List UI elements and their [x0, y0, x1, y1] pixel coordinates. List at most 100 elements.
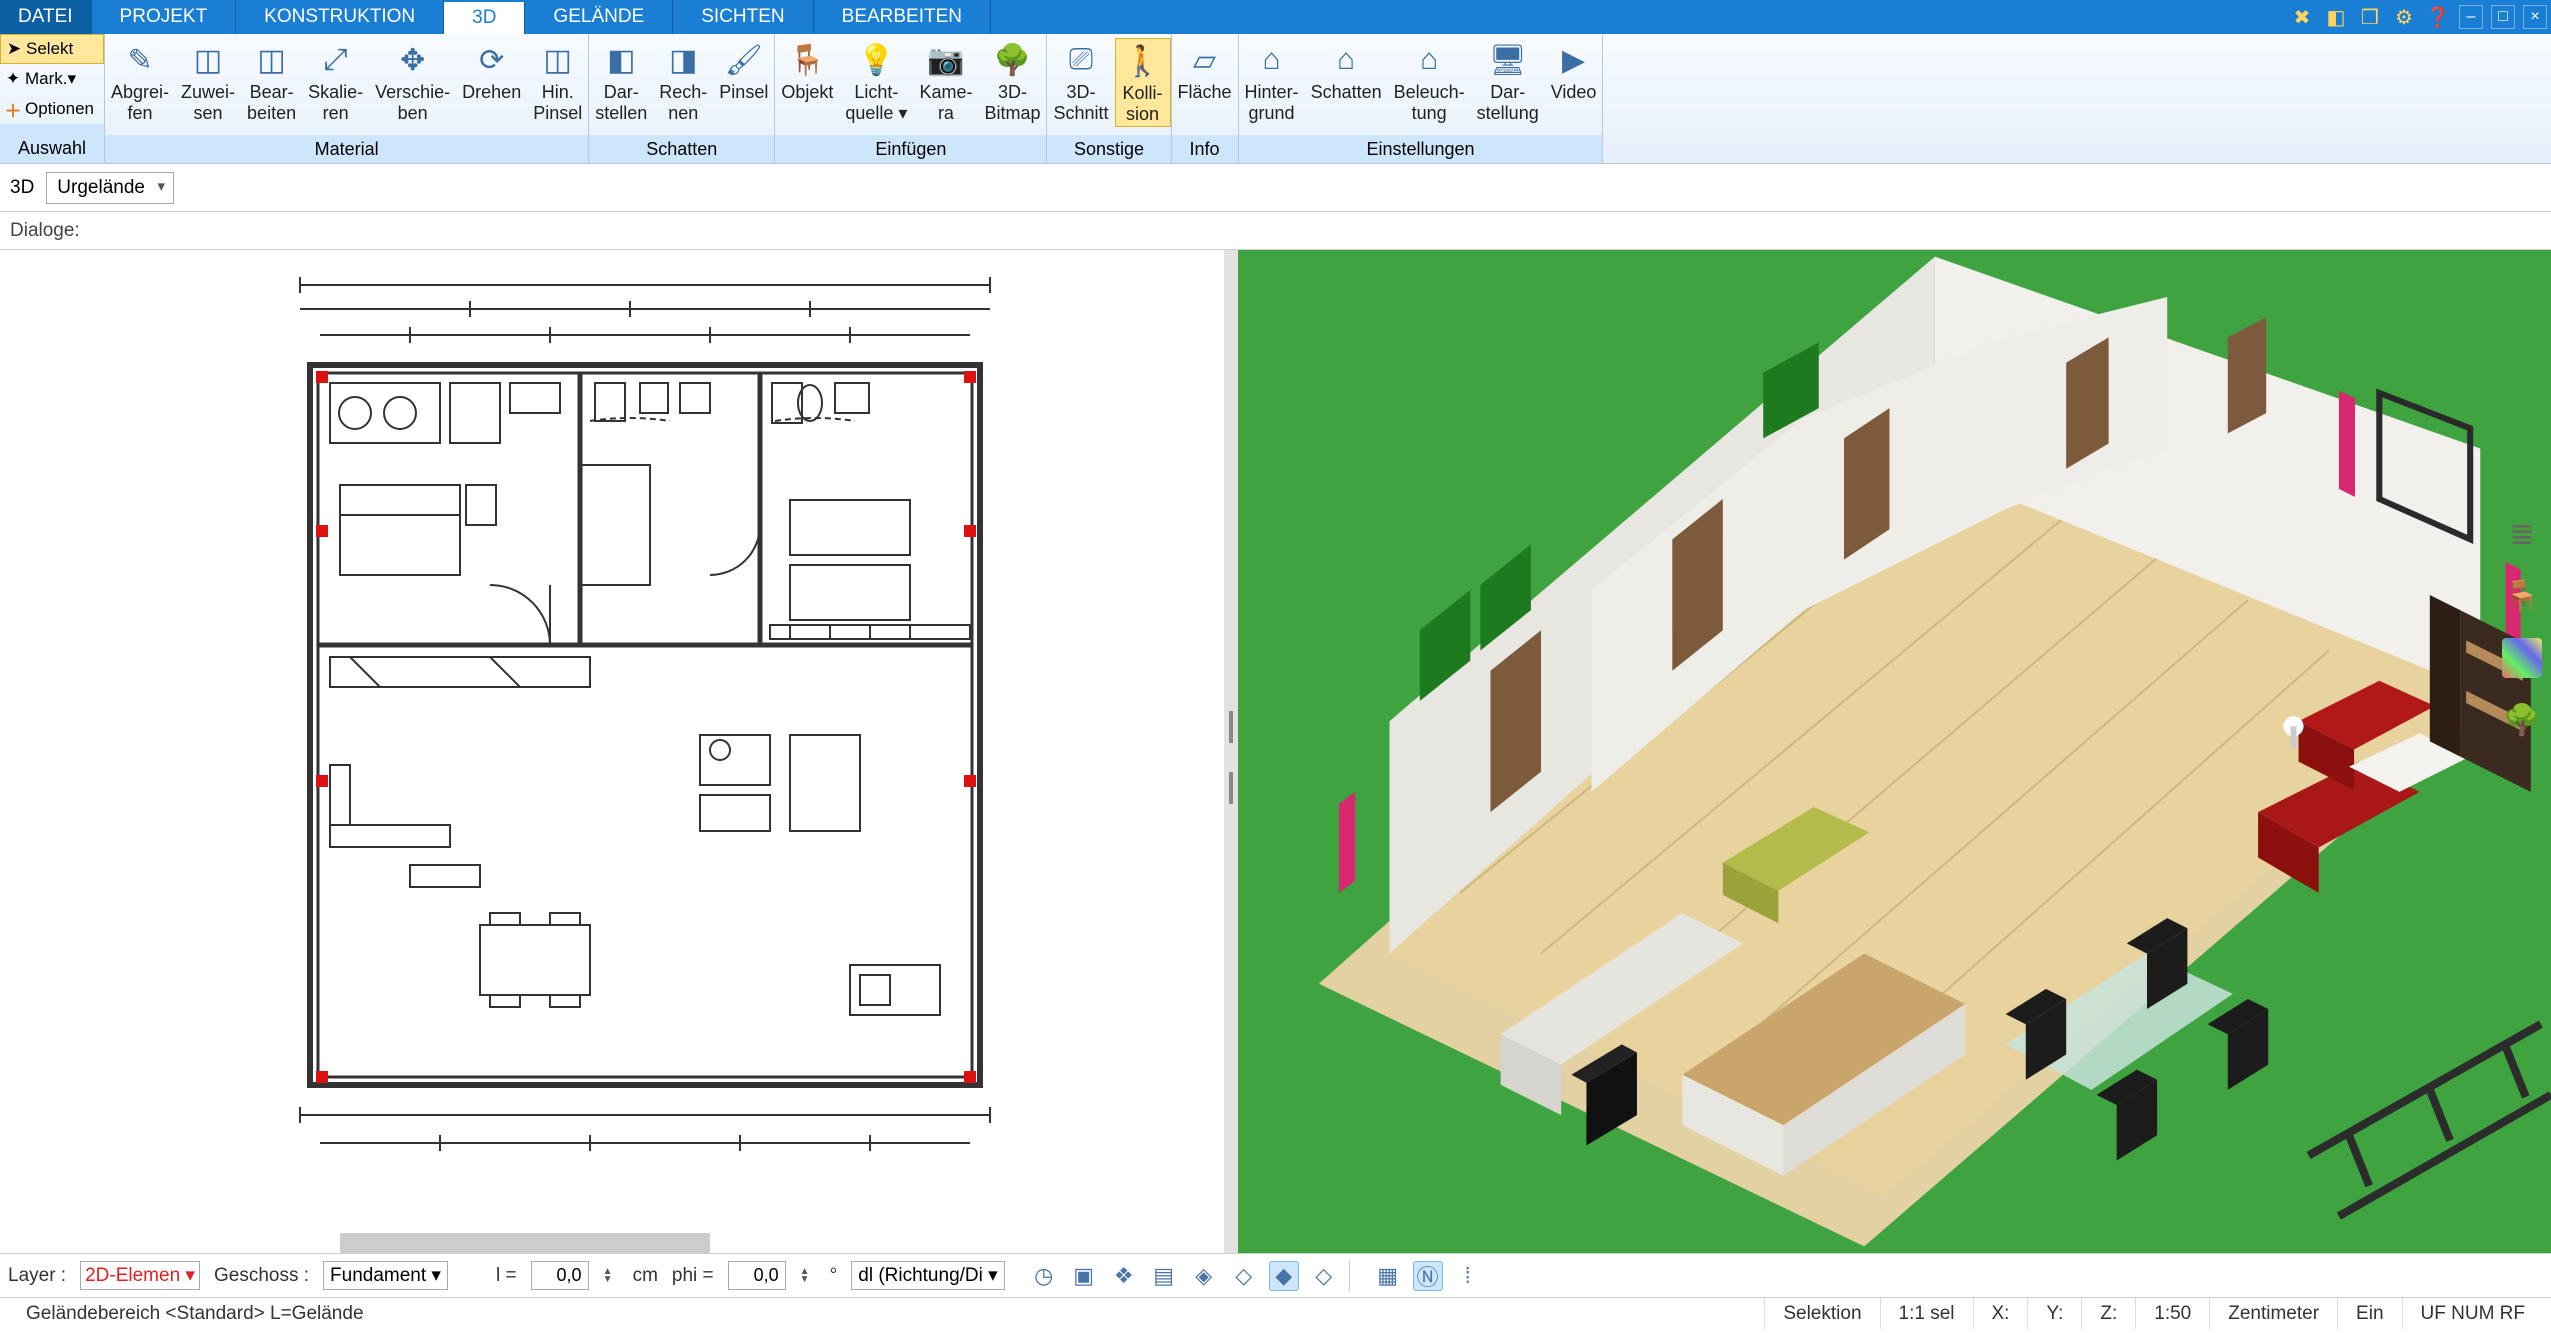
window-icon[interactable]: ◧ — [2323, 4, 2349, 30]
menu-file[interactable]: DATEI — [0, 0, 92, 34]
length-input[interactable] — [531, 1261, 589, 1290]
palette-furniture-icon[interactable]: 🪑 — [2502, 576, 2542, 616]
diamond1-icon[interactable]: ◈ — [1189, 1261, 1219, 1291]
diamond3-icon[interactable]: ◆ — [1269, 1261, 1299, 1291]
north-icon[interactable]: Ⓝ — [1413, 1261, 1443, 1291]
gear-icon[interactable]: ⚙ — [2391, 4, 2417, 30]
licht-label: Licht- quelle ▾ — [845, 82, 907, 123]
diamond2-icon[interactable]: ◇ — [1229, 1261, 1259, 1291]
schatten2-button[interactable]: ⌂Schatten — [1305, 38, 1388, 105]
3dschnitt-button[interactable]: ⎚3D- Schnitt — [1047, 38, 1114, 125]
menu-tab-konstruktion[interactable]: KONSTRUKTION — [236, 0, 444, 34]
select-button[interactable]: ➤Selekt — [0, 34, 104, 64]
minimize-button[interactable]: – — [2459, 5, 2483, 29]
verschieben-button[interactable]: ✥Verschie- ben — [369, 38, 456, 125]
3dschnitt-label: 3D- Schnitt — [1053, 82, 1108, 123]
pinsel-icon: 🖌 — [724, 40, 764, 80]
stack-icon[interactable]: ▤ — [1149, 1261, 1179, 1291]
video-icon: ▶ — [1554, 40, 1594, 80]
layers-icon[interactable]: ❖ — [1109, 1261, 1139, 1291]
pinsel-label: Pinsel — [719, 82, 768, 103]
side-palette: ≣ 🪑 ▦ 🌳 — [2493, 500, 2551, 740]
status-selection: Selektion — [1764, 1298, 1879, 1329]
objekt-button[interactable]: 🪑Objekt — [775, 38, 839, 105]
menu-tab-projekt[interactable]: PROJEKT — [92, 0, 237, 34]
bearbeiten-button[interactable]: ◫Bear- beiten — [241, 38, 302, 125]
kamera-button[interactable]: 📷Kame- ra — [913, 38, 978, 125]
floor-select[interactable]: Fundament ▾ — [323, 1261, 448, 1290]
capture-icon[interactable]: ▣ — [1069, 1261, 1099, 1291]
grid-icon[interactable]: ▦ — [1373, 1261, 1403, 1291]
group-label: Info — [1172, 135, 1238, 163]
darstellung-button[interactable]: 🖥Dar- stellung — [1471, 38, 1545, 125]
maximize-button[interactable]: □ — [2491, 5, 2515, 29]
licht-button[interactable]: 💡Licht- quelle ▾ — [839, 38, 913, 125]
palette-layers-icon[interactable]: ≣ — [2502, 514, 2542, 554]
status-x: X: — [1973, 1298, 2028, 1329]
menu-tab-3d[interactable]: 3D — [444, 0, 525, 34]
options-button[interactable]: ＋Optionen — [0, 94, 104, 124]
floor-label: Geschoss : — [214, 1265, 309, 1287]
help-icon[interactable]: ❓ — [2425, 4, 2451, 30]
3d-render-view[interactable]: ≣ 🪑 ▦ 🌳 — [1238, 250, 2551, 1253]
abgreifen-button[interactable]: ✎Abgrei- fen — [105, 38, 175, 125]
hintergrund-button[interactable]: ⌂Hinter- grund — [1239, 38, 1305, 125]
phi-label: phi = — [672, 1265, 714, 1287]
group-label: Einfügen — [775, 135, 1046, 163]
schatten2-label: Schatten — [1311, 82, 1382, 103]
kollision-button[interactable]: 🚶Kolli- sion — [1115, 38, 1171, 127]
ribbon-group-einstellungen: ⌂Hinter- grund⌂Schatten⌂Beleuch- tung🖥Da… — [1239, 34, 1604, 163]
beleuchtung-button[interactable]: ⌂Beleuch- tung — [1388, 38, 1471, 125]
kamera-icon: 📷 — [926, 40, 966, 80]
status-z: Z: — [2081, 1298, 2135, 1329]
hinpinsel-icon: ◫ — [538, 40, 578, 80]
3d-scene — [1238, 250, 2551, 1253]
terrain-combo[interactable]: Urgelände — [46, 172, 174, 204]
menu-bar: DATEI PROJEKT KONSTRUKTION 3D GELÄNDE SI… — [0, 0, 2551, 34]
palette-plants-icon[interactable]: 🌳 — [2502, 700, 2542, 740]
layer-select[interactable]: 2D-Elemen ▾ — [80, 1261, 200, 1290]
menu-tab-bearbeiten[interactable]: BEARBEITEN — [814, 0, 991, 34]
video-button[interactable]: ▶Video — [1545, 38, 1603, 105]
main-split: ≣ 🪑 ▦ 🌳 — [0, 250, 2551, 1253]
info-icon[interactable]: ⁞ — [1453, 1261, 1483, 1291]
close-button[interactable]: × — [2523, 5, 2547, 29]
clock-icon[interactable]: ◷ — [1029, 1261, 1059, 1291]
stack-icon[interactable]: ❒ — [2357, 4, 2383, 30]
abgreifen-label: Abgrei- fen — [111, 82, 169, 123]
objekt-label: Objekt — [781, 82, 833, 103]
drehen-button[interactable]: ⟳Drehen — [456, 38, 527, 105]
phi-spinner[interactable]: ▲▼ — [800, 1268, 816, 1284]
3dbitmap-label: 3D- Bitmap — [984, 82, 1040, 123]
rechnen-button[interactable]: ◨Rech- nen — [653, 38, 713, 125]
darstellen-button[interactable]: ◧Dar- stellen — [589, 38, 653, 125]
palette-materials-icon[interactable]: ▦ — [2502, 638, 2542, 678]
floorplan-drawing — [290, 265, 1000, 1200]
phi-input[interactable] — [728, 1261, 786, 1290]
skalieren-button[interactable]: ⤢Skalie- ren — [302, 38, 369, 125]
status-ein: Ein — [2337, 1298, 2401, 1329]
diamond4-icon[interactable]: ◇ — [1309, 1261, 1339, 1291]
length-label: l = — [496, 1265, 517, 1287]
bearbeiten-icon: ◫ — [252, 40, 292, 80]
darstellung-icon: 🖥 — [1488, 40, 1528, 80]
horizontal-scrollbar[interactable] — [340, 1233, 710, 1253]
titlebar-right: ✖ ◧ ❒ ⚙ ❓ – □ × — [2289, 0, 2551, 34]
ribbon-group-schatten: ◧Dar- stellen◨Rech- nen🖌PinselSchatten — [589, 34, 775, 163]
tool-icon[interactable]: ✖ — [2289, 4, 2315, 30]
hinpinsel-button[interactable]: ◫Hin. Pinsel — [527, 38, 588, 125]
pinsel-button[interactable]: 🖌Pinsel — [713, 38, 774, 105]
direction-select[interactable]: dl (Richtung/Di ▾ — [851, 1261, 1004, 1290]
3dbitmap-button[interactable]: 🌳3D- Bitmap — [978, 38, 1046, 125]
pane-splitter[interactable] — [1224, 250, 1238, 1253]
2d-floorplan-view[interactable] — [0, 250, 1224, 1253]
menu-tab-sichten[interactable]: SICHTEN — [673, 0, 813, 34]
length-spinner[interactable]: ▲▼ — [603, 1268, 619, 1284]
menu-tab-gelaende[interactable]: GELÄNDE — [525, 0, 673, 34]
darstellen-label: Dar- stellen — [595, 82, 647, 123]
darstellung-label: Dar- stellung — [1477, 82, 1539, 123]
mark-button[interactable]: ✦Mark. ▾ — [0, 64, 104, 94]
status-y: Y: — [2027, 1298, 2081, 1329]
zuweisen-button[interactable]: ◫Zuwei- sen — [175, 38, 241, 125]
flaeche-button[interactable]: ▱Fläche — [1172, 38, 1238, 105]
